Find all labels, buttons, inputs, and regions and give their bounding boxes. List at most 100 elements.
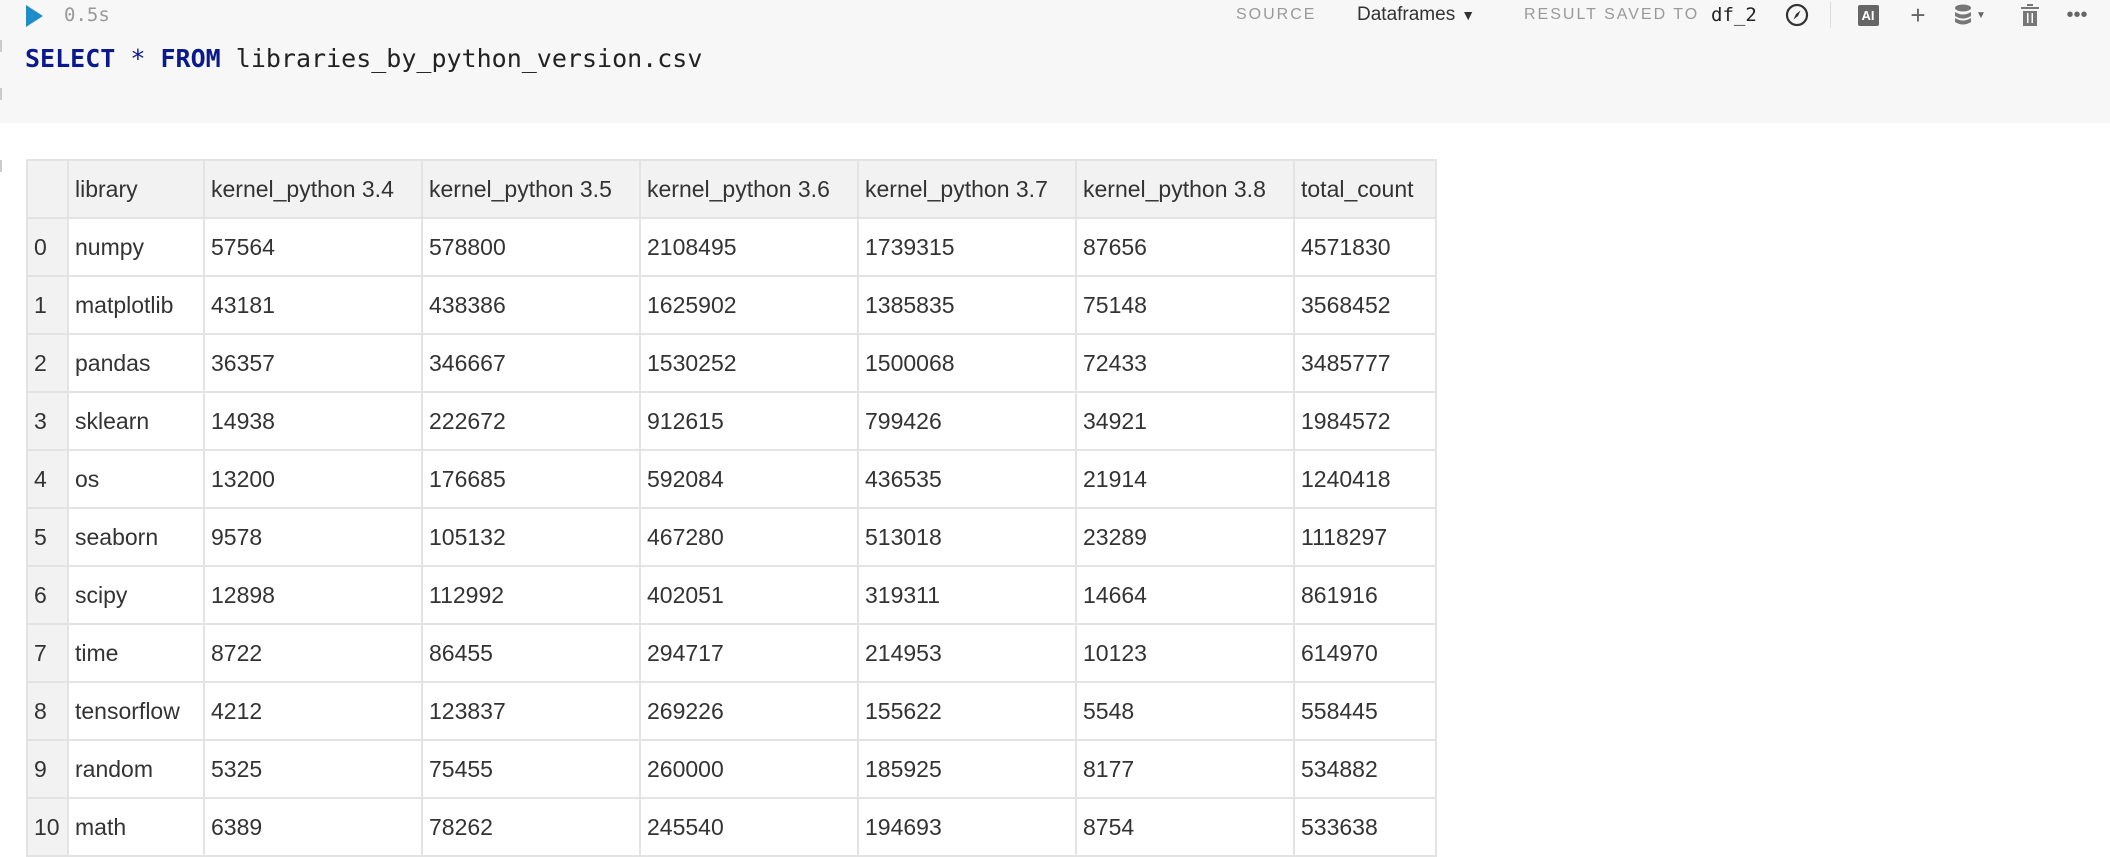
table-cell: 861916 (1293, 565, 1437, 625)
table-cell: 5325 (203, 739, 423, 799)
table-cell: 9578 (203, 507, 423, 567)
table-row: 1 matplotlib 43181 438386 1625902 1385835 7514… (26, 275, 1437, 335)
table-cell: random (67, 739, 205, 799)
caret-down-icon: ▼ (1461, 7, 1476, 23)
table-cell: 319311 (857, 565, 1077, 625)
table-cell: 12898 (203, 565, 423, 625)
table-cell: pandas (67, 333, 205, 393)
table-row: 10 math 6389 78262 245540 194693 8754 533638 (26, 797, 1437, 857)
table-row: 4 os 13200 176685 592084 436535 21914 1240418 (26, 449, 1437, 509)
table-cell: sklearn (67, 391, 205, 451)
table-cell: 6389 (203, 797, 423, 857)
table-cell: 402051 (639, 565, 859, 625)
table-cell: 1240418 (1293, 449, 1437, 509)
row-index: 7 (26, 623, 69, 683)
table-cell: 43181 (203, 275, 423, 335)
sql-editor[interactable]: SELECT * FROM libraries_by_python_versio… (25, 44, 702, 73)
table-cell: 245540 (639, 797, 859, 857)
table-cell: 513018 (857, 507, 1077, 567)
table-cell: 592084 (639, 449, 859, 509)
gutter-marker (0, 40, 2, 52)
result-variable[interactable]: df_2 (1711, 0, 1757, 30)
column-header[interactable]: kernel_python 3.8 (1075, 159, 1295, 219)
column-header[interactable] (26, 159, 69, 219)
table-cell: 912615 (639, 391, 859, 451)
table-cell: 3568452 (1293, 275, 1437, 335)
table-cell: 57564 (203, 217, 423, 277)
toolbar-divider (1830, 2, 1831, 28)
compass-icon[interactable] (1783, 2, 1811, 28)
database-icon[interactable]: ▼ (1952, 2, 1988, 28)
ai-icon: AI (1857, 4, 1879, 26)
row-index: 4 (26, 449, 69, 509)
table-cell: 112992 (421, 565, 641, 625)
row-index: 1 (26, 275, 69, 335)
table-cell: 36357 (203, 333, 423, 393)
table-cell: 5548 (1075, 681, 1295, 741)
table-cell: 87656 (1075, 217, 1295, 277)
column-header[interactable]: kernel_python 3.7 (857, 159, 1077, 219)
table-cell: 1500068 (857, 333, 1077, 393)
table-cell: 1530252 (639, 333, 859, 393)
table-cell: math (67, 797, 205, 857)
table-cell: 222672 (421, 391, 641, 451)
ai-button[interactable]: AI (1856, 2, 1880, 28)
table-cell: 194693 (857, 797, 1077, 857)
table-cell: 260000 (639, 739, 859, 799)
more-icon[interactable]: ••• (2062, 2, 2092, 28)
table-cell: 3485777 (1293, 333, 1437, 393)
table-cell: 14938 (203, 391, 423, 451)
row-index: 2 (26, 333, 69, 393)
add-icon[interactable]: + (1905, 0, 1931, 30)
table-cell: 1984572 (1293, 391, 1437, 451)
table-cell: matplotlib (67, 275, 205, 335)
table-header-row: library kernel_python 3.4 kernel_python 3.… (26, 159, 1437, 219)
gutter-marker (0, 88, 2, 100)
table-cell: 558445 (1293, 681, 1437, 741)
sql-keyword-select: SELECT (25, 44, 116, 73)
row-index: 9 (26, 739, 69, 799)
source-dropdown[interactable]: Dataframes ▼ (1357, 0, 1475, 30)
table-cell: 534882 (1293, 739, 1437, 799)
table-cell: tensorflow (67, 681, 205, 741)
table-row: 2 pandas 36357 346667 1530252 1500068 72433 348… (26, 333, 1437, 393)
table-cell: 34921 (1075, 391, 1295, 451)
table-cell: 346667 (421, 333, 641, 393)
table-cell: 75148 (1075, 275, 1295, 335)
column-header[interactable]: kernel_python 3.5 (421, 159, 641, 219)
table-cell: 4212 (203, 681, 423, 741)
table-row: 9 random 5325 75455 260000 185925 8177 534882 (26, 739, 1437, 799)
column-header[interactable]: library (67, 159, 205, 219)
column-header[interactable]: kernel_python 3.4 (203, 159, 423, 219)
sql-table-name: libraries_by_python_version.csv (235, 44, 703, 73)
table-cell: 8754 (1075, 797, 1295, 857)
table-cell: 78262 (421, 797, 641, 857)
table-cell: numpy (67, 217, 205, 277)
run-button[interactable] (26, 5, 43, 27)
table-cell: 1118297 (1293, 507, 1437, 567)
table-cell: 8722 (203, 623, 423, 683)
column-header[interactable]: kernel_python 3.6 (639, 159, 859, 219)
table-row: 5 seaborn 9578 105132 467280 513018 23289 11182… (26, 507, 1437, 567)
table-cell: 86455 (421, 623, 641, 683)
table-cell: 4571830 (1293, 217, 1437, 277)
trash-icon[interactable] (2018, 2, 2042, 28)
table-cell: seaborn (67, 507, 205, 567)
table-row: 8 tensorflow 4212 123837 269226 155622 5548 558… (26, 681, 1437, 741)
row-index: 6 (26, 565, 69, 625)
table-cell: 1625902 (639, 275, 859, 335)
code-cell[interactable]: 0.5s SELECT * FROM libraries_by_python_v… (0, 0, 2110, 123)
column-header[interactable]: total_count (1293, 159, 1437, 219)
table-row: 7 time 8722 86455 294717 214953 10123 614970 (26, 623, 1437, 683)
table-cell: 72433 (1075, 333, 1295, 393)
row-index: 3 (26, 391, 69, 451)
table-row: 0 numpy 57564 578800 2108495 1739315 87656 4571… (26, 217, 1437, 277)
row-index: 10 (26, 797, 69, 857)
table-row: 3 sklearn 14938 222672 912615 799426 34921 1984… (26, 391, 1437, 451)
table-cell: 294717 (639, 623, 859, 683)
table-cell: os (67, 449, 205, 509)
table-cell: 799426 (857, 391, 1077, 451)
table-cell: 436535 (857, 449, 1077, 509)
table-cell: 105132 (421, 507, 641, 567)
table-cell: 155622 (857, 681, 1077, 741)
